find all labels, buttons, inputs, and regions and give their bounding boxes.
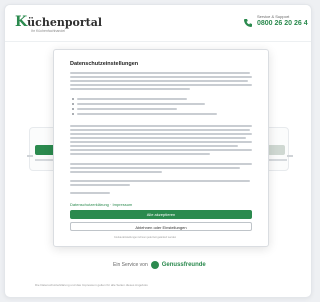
list-item [77, 98, 187, 100]
footer-legal-links[interactable]: Die Datenschutzerklärung und das Impress… [35, 283, 148, 287]
footer-brand[interactable]: Ein Service von Genussfreunde [113, 260, 206, 270]
list-bullet [72, 98, 74, 100]
dialog-text-line [70, 72, 250, 74]
dialog-text-line [70, 141, 252, 143]
dialog-text-line [70, 145, 238, 147]
dialog-text-line [70, 125, 252, 127]
accept-all-button[interactable]: Alle akzeptieren [70, 210, 252, 219]
dialog-text-line [70, 133, 252, 135]
background-marker-left [27, 155, 33, 157]
list-item [77, 108, 177, 110]
dialog-text-line [70, 88, 190, 90]
footer-brand-name: Genussfreunde [161, 262, 206, 268]
logo-initial: K [15, 14, 28, 30]
brand-logo-icon [150, 261, 159, 269]
dialog-text-line [70, 180, 250, 182]
list-bullet [72, 113, 74, 115]
dialog-footer-note: Cookie-Einstellungen können jederzeit ge… [114, 236, 177, 239]
dialog-text-line [70, 184, 130, 186]
footer-brand-prefix: Ein Service von [113, 262, 148, 268]
dialog-title: Datenschutzeinstellungen [70, 61, 139, 67]
list-item [77, 103, 205, 105]
cookie-consent-dialog: Datenschutzeinstellungen Datenschutzerkl… [53, 49, 269, 247]
dialog-text-line [70, 167, 240, 169]
site-logo[interactable]: Küchenportal [15, 14, 102, 30]
logo-text: üchenportal [27, 16, 103, 29]
page-card: Küchenportal Ihr Küchenfachhandel Servic… [4, 4, 312, 298]
list-bullet [72, 103, 74, 105]
reject-or-settings-button[interactable]: Ablehnen oder Einstellungen [70, 222, 252, 231]
dialog-text-line [70, 137, 246, 139]
dialog-text-line [70, 129, 250, 131]
dialog-text-line [70, 171, 162, 173]
privacy-policy-link[interactable]: Datenschutzerklärung · Impressum [70, 202, 132, 207]
site-header: Küchenportal Ihr Küchenfachhandel Servic… [5, 5, 311, 42]
phone-label: Service & Support [257, 14, 290, 19]
dialog-text-line [70, 163, 252, 165]
phone-icon [244, 19, 252, 27]
list-bullet [72, 108, 74, 110]
dialog-text-line [70, 153, 210, 155]
dialog-text-line [70, 192, 110, 194]
background-button-right [267, 145, 285, 155]
phone-number[interactable]: 0800 26 20 26 4 [257, 20, 308, 27]
dialog-text-line [70, 84, 252, 86]
dialog-text-line [70, 80, 248, 82]
list-item [77, 113, 217, 115]
background-marker-right [287, 155, 293, 157]
logo-subtitle: Ihr Küchenfachhandel [31, 29, 66, 33]
dialog-text-line [70, 149, 252, 151]
dialog-text-line [70, 76, 252, 78]
